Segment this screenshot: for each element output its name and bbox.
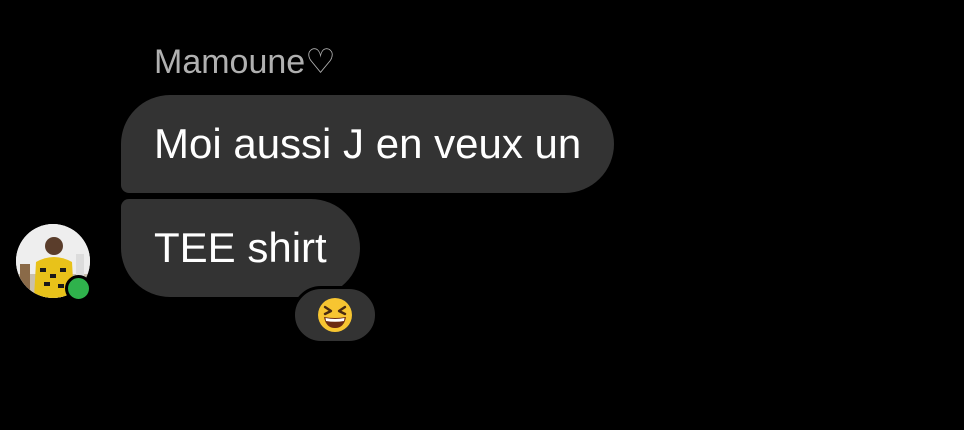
message-text-1: Moi aussi J en veux un xyxy=(154,120,582,167)
message-bubble-1[interactable]: Moi aussi J en veux un xyxy=(121,95,615,193)
sender-name: Mamoune♡ xyxy=(154,43,336,81)
online-status-indicator xyxy=(65,275,92,302)
reaction-badge[interactable] xyxy=(292,286,378,344)
message-bubble-2[interactable]: TEE shirt xyxy=(121,199,360,297)
laughing-emoji-icon xyxy=(318,298,352,332)
message-text-2: TEE shirt xyxy=(154,224,327,271)
